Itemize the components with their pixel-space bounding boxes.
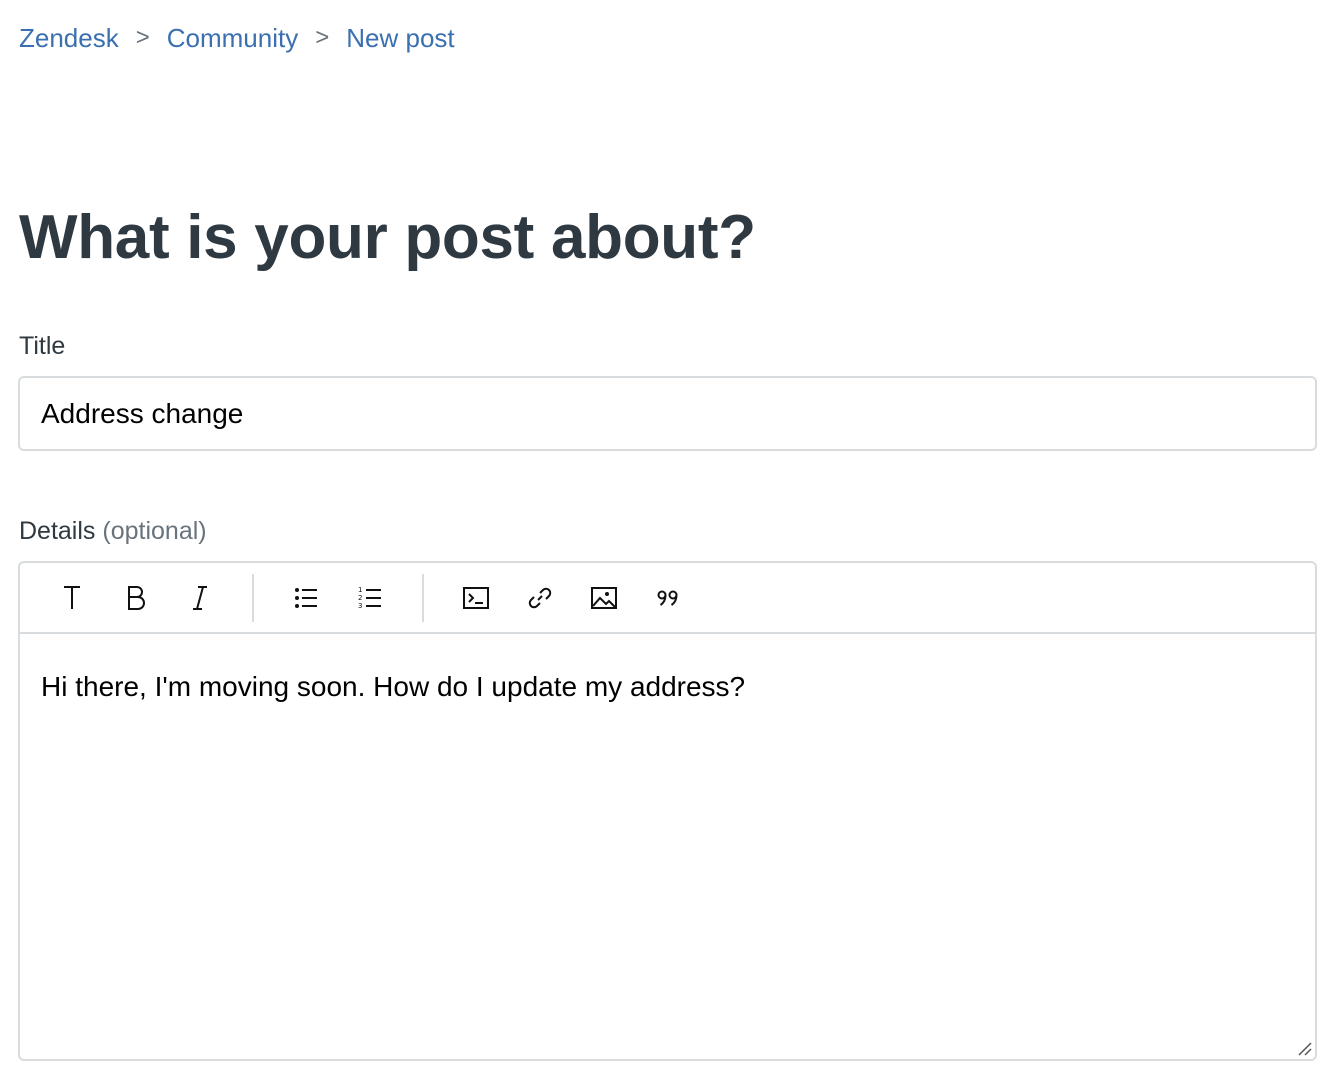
svg-text:3: 3: [358, 602, 362, 610]
bulleted-list-button[interactable]: [274, 573, 338, 623]
resize-handle-icon[interactable]: [1295, 1039, 1313, 1057]
breadcrumb-separator: >: [135, 24, 150, 51]
link-icon: [528, 587, 552, 608]
page-title: What is your post about?: [19, 203, 756, 272]
image-button[interactable]: [572, 573, 636, 623]
breadcrumb-item-zendesk[interactable]: Zendesk: [19, 22, 119, 54]
title-label: Title: [19, 332, 66, 360]
italic-icon: [193, 585, 207, 610]
svg-text:1: 1: [358, 586, 362, 594]
breadcrumb-separator: >: [315, 24, 330, 51]
blockquote-icon: [657, 590, 678, 606]
title-input[interactable]: [18, 376, 1317, 451]
image-icon: [591, 586, 617, 609]
toolbar-divider: [252, 573, 254, 622]
editor-toolbar: 123: [20, 563, 1315, 634]
details-label-text: Details: [19, 517, 96, 545]
code-block-icon: [463, 586, 489, 609]
details-editor-content[interactable]: Hi there, I'm moving soon. How do I upda…: [20, 634, 1315, 740]
italic-button[interactable]: [168, 573, 232, 623]
breadcrumb-item-community[interactable]: Community: [167, 22, 298, 54]
code-block-button[interactable]: [444, 573, 508, 623]
svg-text:2: 2: [358, 594, 362, 602]
breadcrumb-item-new-post[interactable]: New post: [346, 22, 454, 54]
link-button[interactable]: [508, 573, 572, 623]
details-editor: 123 Hi there, I'm moving soon. How do I …: [18, 561, 1317, 1061]
toolbar-divider: [422, 573, 424, 622]
bulleted-list-icon: [295, 587, 317, 608]
bold-button[interactable]: [104, 573, 168, 623]
details-optional-hint: (optional): [102, 517, 207, 545]
text-style-button[interactable]: [40, 573, 104, 623]
blockquote-button[interactable]: [636, 573, 700, 623]
bold-icon: [128, 585, 145, 610]
numbered-list-button[interactable]: 123: [338, 573, 402, 623]
numbered-list-icon: 123: [358, 586, 381, 610]
breadcrumb: Zendesk > Community > New post: [19, 22, 455, 54]
text-style-icon: [64, 585, 80, 609]
details-label: Details (optional): [19, 517, 207, 546]
